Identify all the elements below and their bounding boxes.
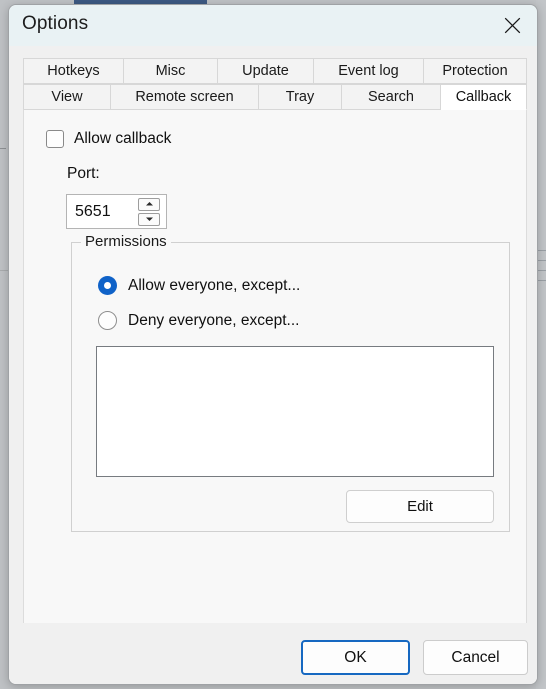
port-input[interactable] <box>67 195 136 228</box>
tab-label: Event log <box>338 63 399 79</box>
tab-strip: Hotkeys Misc Update Event log Protection… <box>23 58 527 110</box>
tab-label: Protection <box>442 63 508 79</box>
close-icon[interactable] <box>493 8 531 42</box>
tab-callback[interactable]: Callback <box>441 84 527 110</box>
permissions-list[interactable] <box>96 346 494 477</box>
background-window-marker <box>0 148 6 149</box>
dialog-titlebar: Options <box>9 5 537 46</box>
radio-allow-everyone[interactable] <box>98 276 117 295</box>
callback-tab-page: Allow callback Port: Permissions <box>23 109 527 624</box>
tab-misc[interactable]: Misc <box>124 58 218 84</box>
tab-label: Tray <box>285 89 315 105</box>
permissions-groupbox: Permissions Allow everyone, except... De… <box>71 233 510 532</box>
radio-allow-everyone-row[interactable]: Allow everyone, except... <box>98 276 300 295</box>
tab-tray[interactable]: Tray <box>259 84 342 110</box>
tab-remote-screen[interactable]: Remote screen <box>111 84 259 110</box>
allow-callback-checkbox-row[interactable]: Allow callback <box>46 130 171 148</box>
tab-label: Remote screen <box>135 89 234 105</box>
radio-deny-everyone-label: Deny everyone, except... <box>128 311 300 329</box>
tab-search[interactable]: Search <box>342 84 441 110</box>
permissions-legend: Permissions <box>81 233 171 250</box>
radio-deny-everyone-row[interactable]: Deny everyone, except... <box>98 311 299 330</box>
background-window-text-lines <box>538 250 546 292</box>
tab-label: Hotkeys <box>47 63 100 79</box>
tab-label: Search <box>368 89 414 105</box>
tab-label: View <box>51 89 83 105</box>
dialog-title: Options <box>22 13 89 34</box>
tab-label: Misc <box>155 63 186 79</box>
tab-label: Callback <box>455 89 512 105</box>
ok-button[interactable]: OK <box>301 640 410 675</box>
allow-callback-checkbox[interactable] <box>46 130 64 148</box>
caret-up-icon[interactable] <box>138 197 160 211</box>
port-label: Port: <box>67 165 100 182</box>
radio-allow-everyone-label: Allow everyone, except... <box>128 276 301 294</box>
tab-update[interactable]: Update <box>218 58 314 84</box>
tab-row-1: Hotkeys Misc Update Event log Protection <box>23 58 527 84</box>
tab-view[interactable]: View <box>23 84 111 110</box>
tab-row-2: View Remote screen Tray Search Callback <box>23 84 527 110</box>
tab-protection[interactable]: Protection <box>424 58 527 84</box>
tab-event-log[interactable]: Event log <box>314 58 424 84</box>
tab-label: Update <box>242 63 289 79</box>
edit-button[interactable]: Edit <box>346 490 494 523</box>
tab-hotkeys[interactable]: Hotkeys <box>23 58 124 84</box>
dialog-footer: OK Cancel <box>9 623 537 684</box>
cancel-button[interactable]: Cancel <box>423 640 528 675</box>
port-spinner-buttons <box>136 195 166 228</box>
radio-deny-everyone[interactable] <box>98 311 117 330</box>
options-dialog: Options Hotkeys Misc Update Event log Pr… <box>8 4 538 685</box>
allow-callback-label: Allow callback <box>74 130 172 147</box>
port-spinner[interactable] <box>66 194 167 229</box>
caret-down-icon[interactable] <box>138 212 160 226</box>
